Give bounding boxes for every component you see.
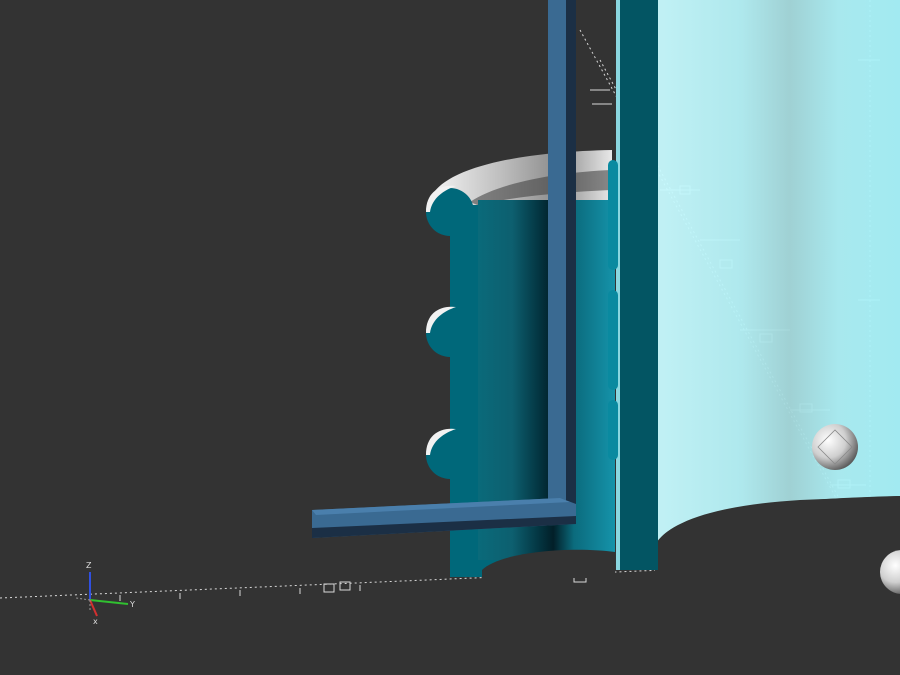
axis-z-label: Z [86, 561, 92, 570]
viewport-3d[interactable]: Z Y x [0, 0, 900, 675]
teal-plate [618, 0, 658, 570]
teal-plate-edge [616, 0, 620, 570]
sphere-marker-1 [812, 424, 858, 470]
axis-y-label: Y [129, 600, 135, 609]
transparent-cylinder-surface [655, 0, 900, 545]
axis-x-label: x [93, 617, 98, 626]
transparent-cylinder-bottom-shadow [655, 496, 900, 675]
cylinder-right-ridges [608, 160, 618, 460]
